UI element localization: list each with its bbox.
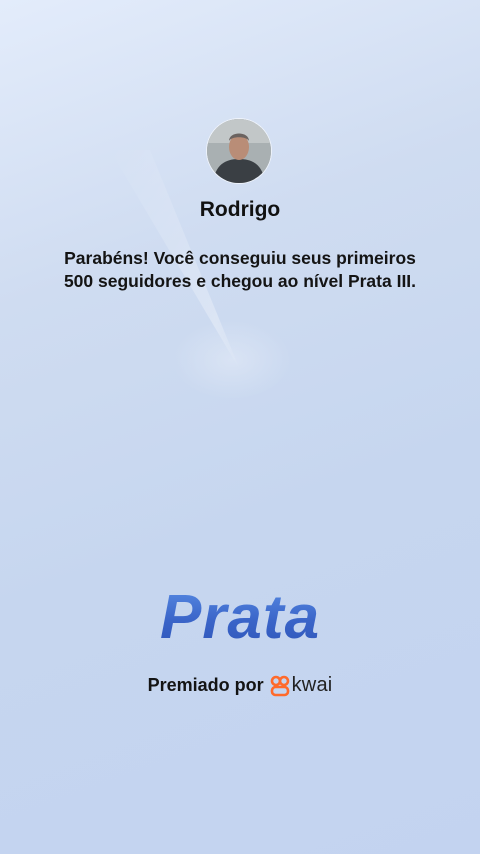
awarded-by: Premiado por kwai	[0, 674, 480, 697]
message-line-2: 500 seguidores e chegou ao nível Prata I…	[63, 271, 417, 291]
brand-name: kwai	[291, 674, 333, 696]
avatar[interactable]	[207, 119, 271, 183]
username: Rodrigo	[199, 198, 281, 221]
awarded-label: Premiado por	[147, 675, 264, 695]
kwai-logo-icon	[270, 675, 289, 696]
user-photo-icon	[207, 119, 271, 183]
kwai-brand: kwai	[270, 674, 333, 697]
level-title: Prata	[0, 582, 480, 653]
message-line-1: Parabéns! Você conseguiu seus primeiros	[64, 248, 416, 268]
achievement-message: Parabéns! Você conseguiu seus primeiros …	[40, 247, 440, 293]
